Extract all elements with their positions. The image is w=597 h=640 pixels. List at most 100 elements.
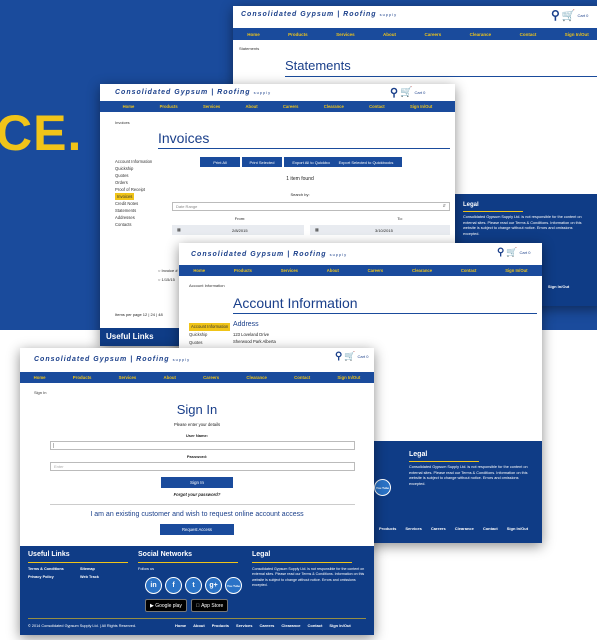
- sidebar-item-proof[interactable]: Proof of Receipt: [115, 186, 152, 193]
- nav-products[interactable]: Products: [73, 375, 92, 380]
- app-store-badge[interactable]:  App Store: [190, 599, 229, 612]
- nav-signin[interactable]: Sign In/Out: [505, 268, 527, 273]
- footer-about-link[interactable]: About: [193, 623, 205, 628]
- cart-label[interactable]: Cart 0: [358, 354, 369, 359]
- cart-icon[interactable]: 🛒: [506, 247, 517, 258]
- footer-products-link[interactable]: Products: [212, 623, 229, 628]
- nav-contact[interactable]: Contact: [520, 32, 537, 37]
- nav-careers[interactable]: Careers: [424, 32, 441, 37]
- nav-about[interactable]: About: [327, 268, 339, 273]
- nav-signin[interactable]: Sign In/Out: [337, 375, 360, 380]
- nav-careers[interactable]: Careers: [368, 268, 384, 273]
- sidebar-item-quickship[interactable]: Quickship: [115, 165, 152, 172]
- webtrack-link[interactable]: Web Track: [80, 575, 99, 579]
- sidebar-item-account[interactable]: Account Information: [115, 158, 152, 165]
- forgot-password-link[interactable]: Forgot your password?: [20, 492, 374, 497]
- cart-icon[interactable]: 🛒: [400, 87, 412, 98]
- cart-label[interactable]: Cart 0: [415, 90, 426, 95]
- nav-services[interactable]: Services: [281, 268, 298, 273]
- sidebar-item-invoices[interactable]: Invoices: [115, 193, 135, 200]
- cart-label[interactable]: Cart 0: [520, 250, 531, 255]
- nav-home[interactable]: Home: [123, 104, 135, 109]
- terms-link[interactable]: Terms & Conditions: [28, 567, 64, 571]
- nav-products[interactable]: Products: [288, 32, 308, 37]
- search-icon[interactable]: ⚲: [390, 86, 398, 99]
- print-all-button[interactable]: Print All: [200, 157, 240, 167]
- from-date-field[interactable]: ▦ 2/8/2015: [172, 225, 304, 235]
- nav-home[interactable]: Home: [193, 268, 205, 273]
- nav-about[interactable]: About: [164, 375, 176, 380]
- sidebar-item-statements[interactable]: Statements: [115, 207, 152, 214]
- nav-products[interactable]: Products: [234, 268, 252, 273]
- footer-services-link[interactable]: Services: [405, 526, 421, 531]
- nav-services[interactable]: Services: [203, 104, 220, 109]
- sidebar-item-credit[interactable]: Credit Notes: [115, 200, 152, 207]
- nav-contact[interactable]: Contact: [461, 268, 477, 273]
- print-selected-button[interactable]: Print Selected: [242, 157, 282, 167]
- sitemap-link[interactable]: Sitemap: [80, 567, 95, 571]
- twitter-icon[interactable]: t: [185, 577, 202, 594]
- date-range-select[interactable]: Date Range ⇵: [172, 202, 450, 211]
- title-rule: [233, 313, 537, 314]
- youtube-icon[interactable]: You Tube: [225, 577, 242, 594]
- sidebar-item-contacts[interactable]: Contacts: [115, 221, 152, 228]
- nav-home[interactable]: Home: [34, 375, 46, 380]
- nav-clearance[interactable]: Clearance: [324, 104, 344, 109]
- search-icon[interactable]: ⚲: [497, 247, 504, 258]
- search-icon[interactable]: ⚲: [551, 8, 560, 22]
- footer-contact-link[interactable]: Contact: [483, 526, 498, 531]
- footer-careers-link[interactable]: Careers: [260, 623, 275, 628]
- to-date-field[interactable]: ▦ 3/10/2015: [310, 225, 450, 235]
- linkedin-icon[interactable]: in: [145, 577, 162, 594]
- nav-about[interactable]: About: [246, 104, 258, 109]
- nav-careers[interactable]: Careers: [203, 375, 219, 380]
- invoice-row[interactable]: ○ 1/15/15: [158, 277, 175, 282]
- nav-about[interactable]: About: [383, 32, 396, 37]
- google-play-badge[interactable]: ▶ Google play: [145, 599, 187, 612]
- username-input[interactable]: |: [50, 441, 355, 450]
- google-plus-icon[interactable]: g+: [205, 577, 222, 594]
- password-input[interactable]: Enter: [50, 462, 355, 471]
- footer-products-link[interactable]: Products: [379, 526, 396, 531]
- legal-heading: Legal: [409, 451, 428, 458]
- cart-icon[interactable]: 🛒: [562, 9, 576, 22]
- footer-signin-link[interactable]: Sign In/Out: [507, 526, 528, 531]
- nav-clearance[interactable]: Clearance: [412, 268, 432, 273]
- request-access-button[interactable]: Request Access: [160, 524, 234, 535]
- signin-button[interactable]: Sign In: [161, 477, 233, 488]
- nav-signin[interactable]: Sign In/Out: [410, 104, 432, 109]
- footer-careers-link[interactable]: Careers: [431, 526, 446, 531]
- bottom-rule: [28, 618, 366, 619]
- footer-signin-link[interactable]: Sign In/Out: [548, 284, 569, 289]
- privacy-link[interactable]: Privacy Policy: [28, 575, 54, 579]
- pager[interactable]: Items per page 12 | 24 | 48: [115, 312, 163, 317]
- nav-contact[interactable]: Contact: [294, 375, 310, 380]
- nav-services[interactable]: Services: [336, 32, 355, 37]
- footer-clearance-link[interactable]: Clearance: [455, 526, 474, 531]
- sidebar-item-quickship[interactable]: Quickship: [189, 331, 230, 339]
- nav-signin[interactable]: Sign In/Out: [565, 32, 589, 37]
- footer-clearance-link[interactable]: Clearance: [281, 623, 300, 628]
- footer-home-link[interactable]: Home: [175, 623, 186, 628]
- cart-icon[interactable]: 🛒: [344, 351, 355, 362]
- nav-clearance[interactable]: Clearance: [246, 375, 267, 380]
- footer-signin-link[interactable]: Sign In/Out: [329, 623, 350, 628]
- search-icon[interactable]: ⚲: [335, 351, 342, 362]
- nav-services[interactable]: Services: [119, 375, 137, 380]
- nav-products[interactable]: Products: [160, 104, 178, 109]
- nav-contact[interactable]: Contact: [369, 104, 385, 109]
- facebook-icon[interactable]: f: [165, 577, 182, 594]
- sidebar-item-account[interactable]: Account Information: [189, 323, 231, 331]
- cart-label[interactable]: Cart 0: [578, 13, 589, 18]
- footer-services-link[interactable]: Services: [236, 623, 252, 628]
- nav-clearance[interactable]: Clearance: [470, 32, 492, 37]
- sidebar-item-quotes[interactable]: Quotes: [189, 339, 230, 347]
- footer-contact-link[interactable]: Contact: [308, 623, 323, 628]
- export-selected-button[interactable]: Export Selected to Quickbooks: [330, 157, 402, 167]
- nav-careers[interactable]: Careers: [283, 104, 299, 109]
- nav-home[interactable]: Home: [247, 32, 260, 37]
- sidebar-item-addresses[interactable]: Addresses: [115, 214, 152, 221]
- sidebar-item-quotes[interactable]: Quotes: [115, 172, 152, 179]
- youtube-icon[interactable]: You Tube: [374, 479, 391, 496]
- sidebar-item-orders[interactable]: Orders: [115, 179, 152, 186]
